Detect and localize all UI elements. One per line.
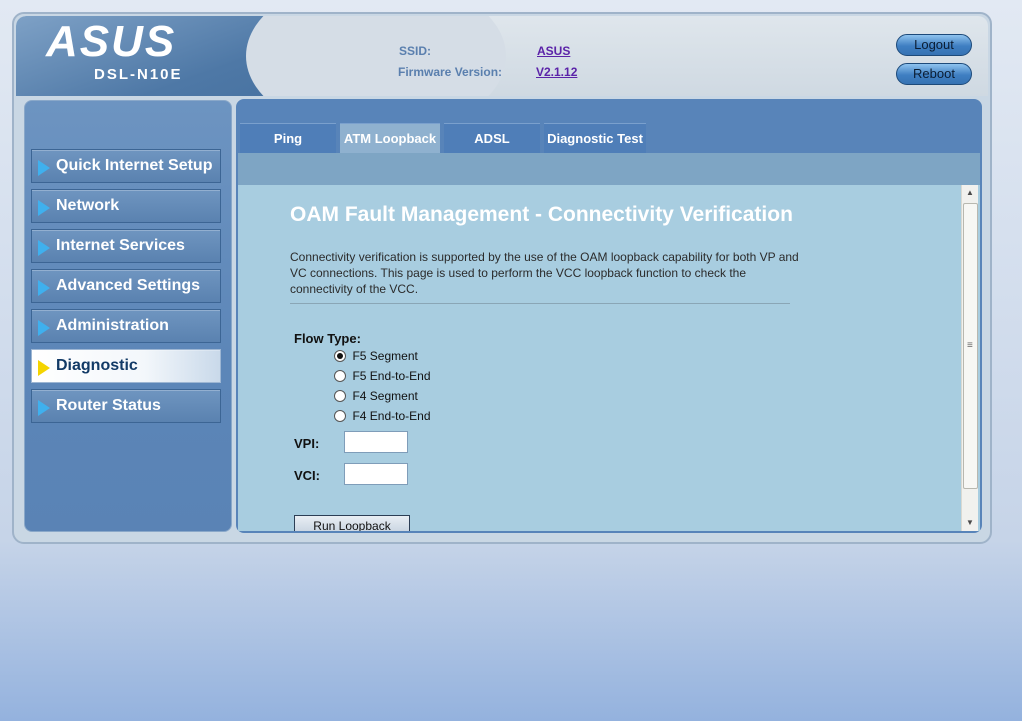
scroll-down-icon[interactable]: ▼	[962, 515, 978, 531]
radio-button[interactable]	[334, 389, 346, 402]
arrow-right-icon	[38, 360, 50, 376]
sidebar-item-router-status[interactable]: Router Status	[31, 389, 221, 423]
radio-button[interactable]	[334, 409, 346, 422]
sidebar-item-network[interactable]: Network	[31, 189, 221, 223]
tab-adsl[interactable]: ADSL	[444, 123, 540, 153]
model-name: DSL-N10E	[94, 66, 183, 83]
sidebar-item-label: Internet Services	[56, 237, 185, 254]
flow-option-f5-end-to-end[interactable]: F5 End-to-End	[334, 367, 431, 385]
arrow-right-icon	[38, 240, 50, 256]
ssid-link[interactable]: ASUS	[537, 44, 570, 58]
arrow-right-icon	[38, 280, 50, 296]
radio-button[interactable]	[334, 349, 346, 362]
sidebar-item-label: Network	[56, 197, 120, 214]
vci-input[interactable]	[344, 463, 408, 485]
radio-label: F5 Segment	[352, 348, 418, 363]
page-description: Connectivity verification is supported b…	[290, 250, 799, 296]
sidebar: Quick Internet Setup Network Internet Se…	[24, 100, 232, 532]
arrow-right-icon	[38, 200, 50, 216]
flow-option-f5-segment[interactable]: F5 Segment	[334, 347, 418, 365]
divider	[290, 303, 790, 304]
arrow-right-icon	[38, 400, 50, 416]
logout-button[interactable]: Logout	[896, 34, 972, 56]
sidebar-item-advanced-settings[interactable]: Advanced Settings	[31, 269, 221, 303]
radio-label: F4 Segment	[352, 388, 418, 403]
sidebar-item-diagnostic[interactable]: Diagnostic	[31, 349, 221, 383]
firmware-label: Firmware Version:	[398, 65, 503, 79]
radio-label: F5 End-to-End	[352, 368, 431, 383]
sidebar-item-label: Router Status	[56, 397, 161, 414]
reboot-button[interactable]: Reboot	[896, 63, 972, 85]
arrow-right-icon	[38, 320, 50, 336]
vpi-input[interactable]	[344, 431, 408, 453]
tab-strip	[238, 153, 980, 185]
sidebar-item-label: Administration	[56, 317, 169, 334]
vertical-scrollbar[interactable]: ▲ ≡ ▼	[961, 185, 978, 531]
sidebar-item-quick-internet-setup[interactable]: Quick Internet Setup	[31, 149, 221, 183]
flow-option-f4-segment[interactable]: F4 Segment	[334, 387, 418, 405]
tab-atm-loopback[interactable]: ATM Loopback	[340, 123, 440, 153]
asus-logo: ASUS	[46, 17, 177, 66]
vpi-label: VPI:	[294, 436, 320, 451]
scroll-up-icon[interactable]: ▲	[962, 185, 978, 201]
sidebar-item-internet-services[interactable]: Internet Services	[31, 229, 221, 263]
arrow-right-icon	[38, 160, 50, 176]
header: ASUS DSL-N10E SSID: ASUS Firmware Versio…	[16, 16, 988, 96]
scroll-thumb[interactable]: ≡	[963, 203, 978, 489]
tab-bar: Ping ATM Loopback ADSL Diagnostic Test	[240, 123, 980, 153]
main-panel: Ping ATM Loopback ADSL Diagnostic Test O…	[236, 99, 982, 533]
flow-option-f4-end-to-end[interactable]: F4 End-to-End	[334, 407, 431, 425]
vci-label: VCI:	[294, 468, 320, 483]
sidebar-item-label: Quick Internet Setup	[56, 157, 213, 174]
brand-swoop	[246, 16, 506, 96]
radio-label: F4 End-to-End	[352, 408, 431, 423]
page-title: OAM Fault Management - Connectivity Veri…	[290, 203, 793, 226]
content-area: OAM Fault Management - Connectivity Veri…	[238, 185, 980, 531]
tab-diagnostic-test[interactable]: Diagnostic Test	[544, 123, 646, 153]
sidebar-item-administration[interactable]: Administration	[31, 309, 221, 343]
sidebar-item-label: Advanced Settings	[56, 277, 201, 294]
ssid-label: SSID:	[399, 44, 432, 58]
tab-ping[interactable]: Ping	[240, 123, 336, 153]
grip-icon: ≡	[967, 340, 973, 351]
run-loopback-button[interactable]: Run Loopback	[294, 515, 410, 531]
flow-type-label: Flow Type:	[294, 331, 361, 346]
firmware-link[interactable]: V2.1.12	[536, 65, 577, 79]
radio-button[interactable]	[334, 369, 346, 382]
sidebar-item-label: Diagnostic	[56, 357, 138, 374]
